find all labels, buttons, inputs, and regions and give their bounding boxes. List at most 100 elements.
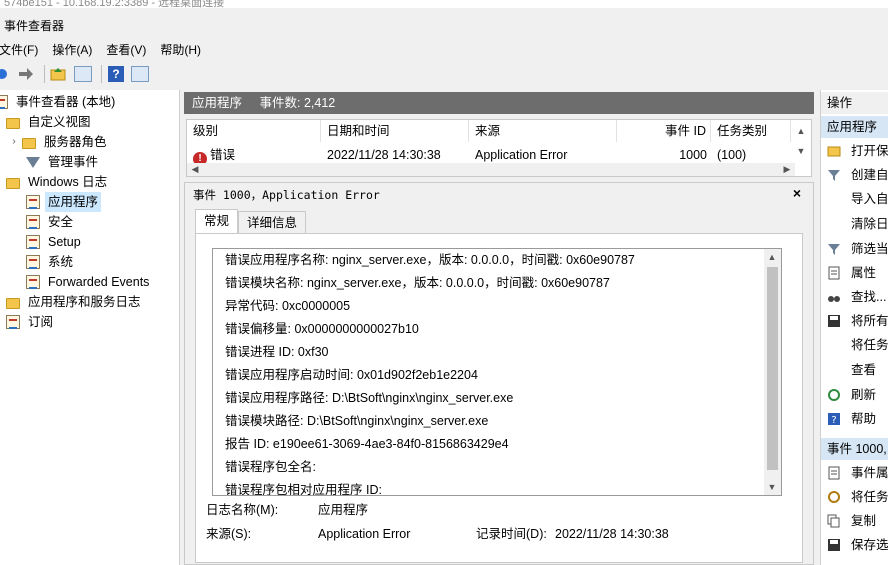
action-attach-task-event[interactable]: 将任务 <box>821 486 888 508</box>
log-header: 应用程序 事件数: 2,412 <box>184 92 814 114</box>
menu-view[interactable]: 查看(V) <box>99 40 153 60</box>
action-copy[interactable]: 复制 <box>821 510 888 532</box>
subscription-icon <box>6 315 20 329</box>
description-line: 错误应用程序启动时间: 0x01d902f2eb1e2204 <box>225 368 478 382</box>
action-import-custom-view[interactable]: 导入自 <box>821 188 888 210</box>
log-name-label: 日志名称(M): <box>206 503 279 517</box>
log-icon <box>26 235 40 249</box>
detail-title: 事件 1000，Application Error <box>193 188 380 202</box>
action-create-custom-view[interactable]: 创建自 <box>821 164 888 186</box>
logged-label: 记录时间(D): <box>476 527 547 541</box>
tree-item-admin-events[interactable]: 管理事件 <box>26 152 101 172</box>
description-scrollbar[interactable]: ▲ ▼ <box>764 249 781 495</box>
detail-tabs: 常规 详细信息 <box>195 209 307 233</box>
action-save-selected[interactable]: 保存选 <box>821 534 888 556</box>
tree-item-setup[interactable]: Setup <box>26 232 84 252</box>
folder-icon <box>22 137 36 149</box>
back-arrow-icon[interactable] <box>0 64 12 84</box>
help-icon[interactable]: ? <box>106 64 126 84</box>
tree-item-root[interactable]: 事件查看器 (本地) <box>0 92 118 112</box>
scroll-right-button[interactable]: ▶ <box>779 161 795 177</box>
tree-item-security[interactable]: 安全 <box>26 212 76 232</box>
tree-item-subscriptions[interactable]: 订阅 <box>6 312 56 332</box>
action-find[interactable]: 查找... <box>821 286 888 308</box>
column-header-event-id[interactable]: 事件 ID <box>617 120 711 142</box>
tree-item-application[interactable]: 应用程序 <box>26 192 102 212</box>
log-icon <box>26 275 40 289</box>
action-open-saved-log[interactable]: 打开保 <box>821 140 888 162</box>
filter-icon <box>828 244 840 255</box>
window-title-bar: 574be151 - 10.168.19.2:3389 - 远程桌面连接 <box>0 0 888 8</box>
description-line: 错误应用程序名称: nginx_server.exe，版本: 0.0.0.0，时… <box>225 253 635 267</box>
horizontal-scrollbar[interactable]: ◀ ▶ <box>187 163 795 176</box>
show-hide-tree-icon[interactable] <box>73 64 93 84</box>
save-icon <box>828 539 840 551</box>
toolbar: ? <box>0 62 888 86</box>
scroll-left-button[interactable]: ◀ <box>187 161 203 177</box>
column-header-level[interactable]: 级别 <box>187 120 321 142</box>
binoculars-icon <box>828 296 840 302</box>
action-clear-log[interactable]: 清除日 <box>821 213 888 235</box>
menu-file[interactable]: 文件(F) <box>0 40 45 60</box>
log-icon <box>26 255 40 269</box>
logged-value: 2022/11/28 14:30:38 <box>555 527 669 541</box>
event-description[interactable]: 错误应用程序名称: nginx_server.exe，版本: 0.0.0.0，时… <box>212 248 782 496</box>
filter-icon <box>26 156 40 168</box>
refresh-icon <box>828 389 840 401</box>
action-refresh[interactable]: 刷新 <box>821 384 888 406</box>
description-line: 错误程序包相对应用程序 ID: <box>225 483 382 496</box>
scroll-up-button[interactable]: ▲ <box>793 123 809 139</box>
svg-text:?: ? <box>831 415 836 426</box>
navigation-tree: 事件查看器 (本地) 自定义视图 › 服务器角色 管理事件 Windows 日志… <box>0 90 180 565</box>
log-icon <box>26 195 40 209</box>
row-source: Application Error <box>475 148 568 162</box>
properties-icon <box>828 266 840 280</box>
action-event-properties[interactable]: 事件属 <box>821 462 888 484</box>
source-value: Application Error <box>318 527 411 541</box>
column-header-task-category[interactable]: 任务类别 <box>711 120 791 142</box>
column-header-datetime[interactable]: 日期和时间 <box>321 120 469 142</box>
scroll-down-button[interactable]: ▼ <box>764 479 780 495</box>
actions-header: 操作 <box>821 92 888 114</box>
column-header-source[interactable]: 来源 <box>469 120 617 142</box>
action-help[interactable]: ? 帮助 <box>821 408 888 430</box>
event-detail-panel: 事件 1000，Application Error × 常规 详细信息 错误应用… <box>184 182 814 565</box>
forward-arrow-icon[interactable] <box>16 64 36 84</box>
tree-item-custom-views[interactable]: 自定义视图 <box>6 112 94 132</box>
scroll-up-button[interactable]: ▲ <box>764 249 780 265</box>
log-icon <box>26 215 40 229</box>
tree-item-windows-logs[interactable]: Windows 日志 <box>6 172 110 192</box>
log-name: 应用程序 <box>192 96 243 110</box>
chevron-right-icon[interactable]: › <box>8 132 20 152</box>
up-folder-icon[interactable] <box>49 64 69 84</box>
event-count: 事件数: 2,412 <box>259 96 336 110</box>
tree-item-app-service-logs[interactable]: 应用程序和服务日志 <box>6 292 144 312</box>
filter-icon <box>828 170 840 181</box>
action-view[interactable]: 查看 <box>821 359 888 381</box>
action-save-all-events[interactable]: 将所有 <box>821 310 888 332</box>
actions-section-application[interactable]: 应用程序 <box>821 116 888 138</box>
show-hide-action-pane-icon[interactable] <box>130 64 150 84</box>
menu-bar: 文件(F) 操作(A) 查看(V) 帮助(H) <box>0 40 888 60</box>
app-name: 事件查看器 <box>4 19 65 33</box>
scroll-thumb[interactable] <box>767 267 778 470</box>
close-icon[interactable]: × <box>793 185 801 201</box>
description-line: 错误偏移量: 0x0000000000027b10 <box>225 322 419 336</box>
general-tab-content: 错误应用程序名称: nginx_server.exe，版本: 0.0.0.0，时… <box>195 233 803 563</box>
actions-section-event[interactable]: 事件 1000, <box>821 438 888 460</box>
log-name-value: 应用程序 <box>318 503 369 517</box>
tree-item-forwarded-events[interactable]: Forwarded Events <box>26 272 152 292</box>
action-attach-task[interactable]: 将任务 <box>821 334 888 356</box>
tab-details[interactable]: 详细信息 <box>238 211 307 233</box>
tree-item-system[interactable]: 系统 <box>26 252 76 272</box>
action-properties[interactable]: 属性 <box>821 262 888 284</box>
row-level: 错误 <box>210 148 236 162</box>
menu-action[interactable]: 操作(A) <box>45 40 99 60</box>
menu-help[interactable]: 帮助(H) <box>153 40 208 60</box>
tree-item-server-roles[interactable]: › 服务器角色 <box>8 132 110 152</box>
help-icon: ? <box>828 413 840 426</box>
action-filter-current-log[interactable]: 筛选当 <box>821 238 888 260</box>
folder-open-icon <box>827 146 841 157</box>
tab-general[interactable]: 常规 <box>195 209 239 233</box>
scroll-down-button[interactable]: ▼ <box>793 143 809 159</box>
